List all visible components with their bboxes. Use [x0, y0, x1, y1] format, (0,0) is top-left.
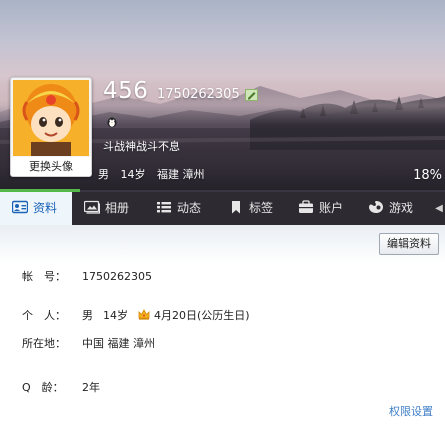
- feed-list-icon: [157, 202, 171, 213]
- location-value: 中国 福建 漳州: [82, 337, 155, 350]
- profile-tab-bar: 资料 相册 动态 标签 账户 游戏 ◀: [0, 192, 445, 225]
- tab-tags-label: 标签: [249, 201, 274, 215]
- tab-feed-label: 动态: [177, 201, 202, 215]
- edit-nickname-icon[interactable]: [245, 89, 258, 101]
- bookmark-icon: [232, 201, 240, 214]
- nickname: 456: [103, 78, 149, 104]
- tab-games-label: 游戏: [389, 201, 414, 215]
- edit-profile-button[interactable]: 编辑资料: [379, 233, 439, 255]
- personal-row: 个 人： 男 14岁 4月20日(公历生日): [22, 307, 260, 323]
- location-row: 所在地： 中国 福建 漳州: [22, 335, 155, 351]
- personal-label: 个 人：: [22, 309, 66, 322]
- qage-value: 2年: [82, 381, 100, 394]
- wallet-icon: [299, 200, 313, 213]
- brief-gender: 男: [98, 168, 109, 181]
- profile-window: 更换头像 456 1750262305 斗战神战斗不息 男 14岁 福建 漳州 …: [0, 0, 445, 439]
- tab-profile[interactable]: 资料: [0, 192, 72, 225]
- profile-brief: 男 14岁 福建 漳州: [98, 166, 213, 182]
- personal-gender: 男: [82, 309, 93, 322]
- profile-completeness-percent: 18%: [413, 168, 442, 183]
- permission-settings-link[interactable]: 权限设置: [389, 403, 433, 419]
- crown-icon: [138, 309, 150, 320]
- tab-tags[interactable]: 标签: [228, 192, 273, 225]
- tab-album[interactable]: 相册: [84, 192, 129, 225]
- personal-value: 男 14岁 4月20日(公历生日): [82, 309, 260, 322]
- location-label: 所在地：: [22, 337, 66, 350]
- photo-album-icon: [84, 200, 100, 214]
- account-label: 帐 号：: [22, 270, 66, 283]
- tab-profile-label: 资料: [33, 201, 58, 215]
- personal-signature[interactable]: 斗战神战斗不息: [103, 138, 180, 154]
- account-row: 帐 号： 1750262305: [22, 268, 152, 284]
- avatar[interactable]: 更换头像: [10, 77, 92, 177]
- personal-birthday: 4月20日(公历生日): [154, 309, 250, 322]
- tab-scroll-left-icon[interactable]: ◀: [433, 192, 445, 225]
- tab-games[interactable]: 游戏: [368, 192, 413, 225]
- tab-account-label: 账户: [319, 201, 344, 215]
- account-value: 1750262305: [82, 270, 152, 283]
- qage-label: Q 龄：: [22, 381, 64, 394]
- id-card-icon: [12, 200, 28, 214]
- tab-account[interactable]: 账户: [298, 192, 343, 225]
- monkey-king-avatar-icon: [13, 80, 89, 156]
- qq-number: 1750262305: [157, 87, 240, 102]
- brief-age: 14岁: [120, 168, 146, 181]
- change-avatar-button[interactable]: 更换头像: [11, 157, 91, 176]
- profile-details-panel: 编辑资料 帐 号： 1750262305 个 人： 男 14岁 4月20日(公历生日)…: [0, 225, 445, 439]
- brief-location: 福建 漳州: [157, 168, 205, 181]
- penguin-status-icon: [107, 117, 117, 128]
- avatar-image: [13, 80, 89, 156]
- tab-feed[interactable]: 动态: [156, 192, 201, 225]
- profile-cover-banner: 更换头像 456 1750262305 斗战神战斗不息 男 14岁 福建 漳州 …: [0, 0, 445, 192]
- qage-row: Q 龄： 2年: [22, 379, 100, 395]
- personal-age: 14岁: [103, 309, 128, 322]
- game-icon: [369, 201, 383, 213]
- tab-album-label: 相册: [105, 201, 130, 215]
